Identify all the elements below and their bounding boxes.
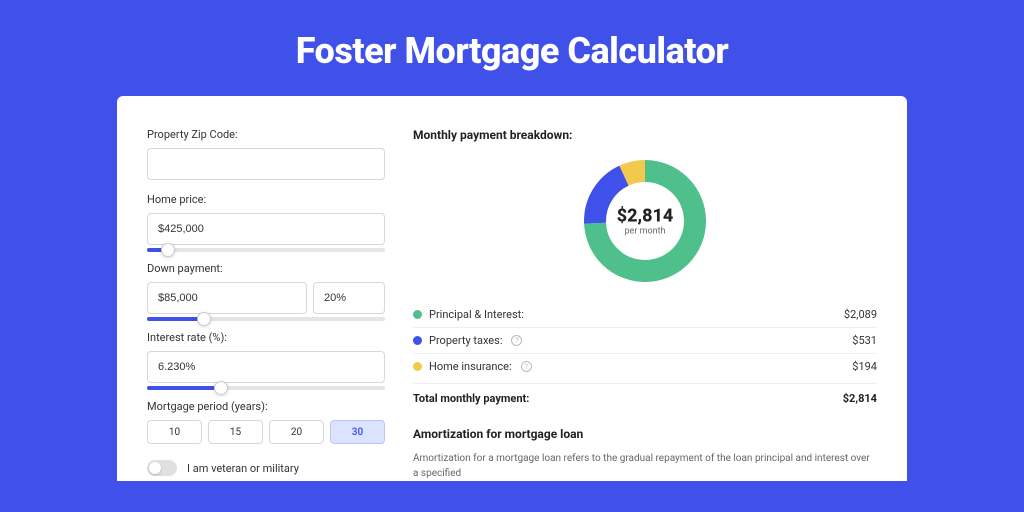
amort-text: Amortization for a mortgage loan refers … [413,451,877,481]
down-slider[interactable] [147,317,385,321]
price-slider[interactable] [147,248,385,252]
donut-value: $2,814 [617,206,674,227]
legend-value: $194 [852,360,877,373]
price-input[interactable] [147,213,385,245]
legend-row: Property taxes:? $531 [413,328,877,354]
legend-label: Principal & Interest: [429,308,524,321]
veteran-label: I am veteran or military [187,462,299,475]
rate-field: Interest rate (%): [147,331,385,390]
legend-label: Home insurance: [429,360,512,373]
info-icon[interactable]: ? [511,335,522,346]
rate-slider[interactable] [147,386,385,390]
legend-value: $531 [852,334,877,347]
info-icon[interactable]: ? [521,361,532,372]
down-amount-input[interactable] [147,282,307,314]
slider-thumb-icon[interactable] [214,381,228,395]
zip-label: Property Zip Code: [147,128,385,141]
legend-dot-icon [413,336,422,345]
legend-label: Property taxes: [429,334,502,347]
period-btn-15[interactable]: 15 [208,420,263,444]
calculator-card: Property Zip Code: Home price: Down paym… [117,96,907,481]
price-label: Home price: [147,193,385,206]
legend-value: $2,089 [844,308,877,321]
form-panel: Property Zip Code: Home price: Down paym… [147,128,385,481]
legend-row: Principal & Interest: $2,089 [413,302,877,328]
total-label: Total monthly payment: [413,392,529,405]
legend-row: Home insurance:? $194 [413,354,877,379]
rate-label: Interest rate (%): [147,331,385,344]
amort-title: Amortization for mortgage loan [413,427,877,441]
donut-sub: per month [617,227,674,237]
period-btn-30[interactable]: 30 [330,420,385,444]
price-field: Home price: [147,193,385,252]
down-label: Down payment: [147,262,385,275]
period-btn-10[interactable]: 10 [147,420,202,444]
total-value: $2,814 [843,392,877,405]
period-label: Mortgage period (years): [147,400,385,413]
legend-dot-icon [413,362,422,371]
legend: Principal & Interest: $2,089 Property taxe… [413,302,877,379]
down-field: Down payment: [147,262,385,321]
breakdown-title: Monthly payment breakdown: [413,128,877,142]
slider-thumb-icon[interactable] [197,312,211,326]
legend-dot-icon [413,310,422,319]
period-field: Mortgage period (years): 10152030 [147,400,385,444]
page-title: Foster Mortgage Calculator [0,0,1024,96]
veteran-row: I am veteran or military [147,460,385,476]
rate-input[interactable] [147,351,385,383]
slider-thumb-icon[interactable] [161,243,175,257]
zip-field: Property Zip Code: [147,128,385,183]
down-percent-input[interactable] [313,282,385,314]
period-options: 10152030 [147,420,385,444]
veteran-toggle[interactable] [147,460,177,476]
period-btn-20[interactable]: 20 [269,420,324,444]
breakdown-panel: Monthly payment breakdown: $2,814 per mo… [413,128,877,481]
donut-center: $2,814 per month [617,206,674,237]
zip-input[interactable] [147,148,385,180]
donut-chart: $2,814 per month [413,156,877,286]
total-row: Total monthly payment: $2,814 [413,383,877,421]
